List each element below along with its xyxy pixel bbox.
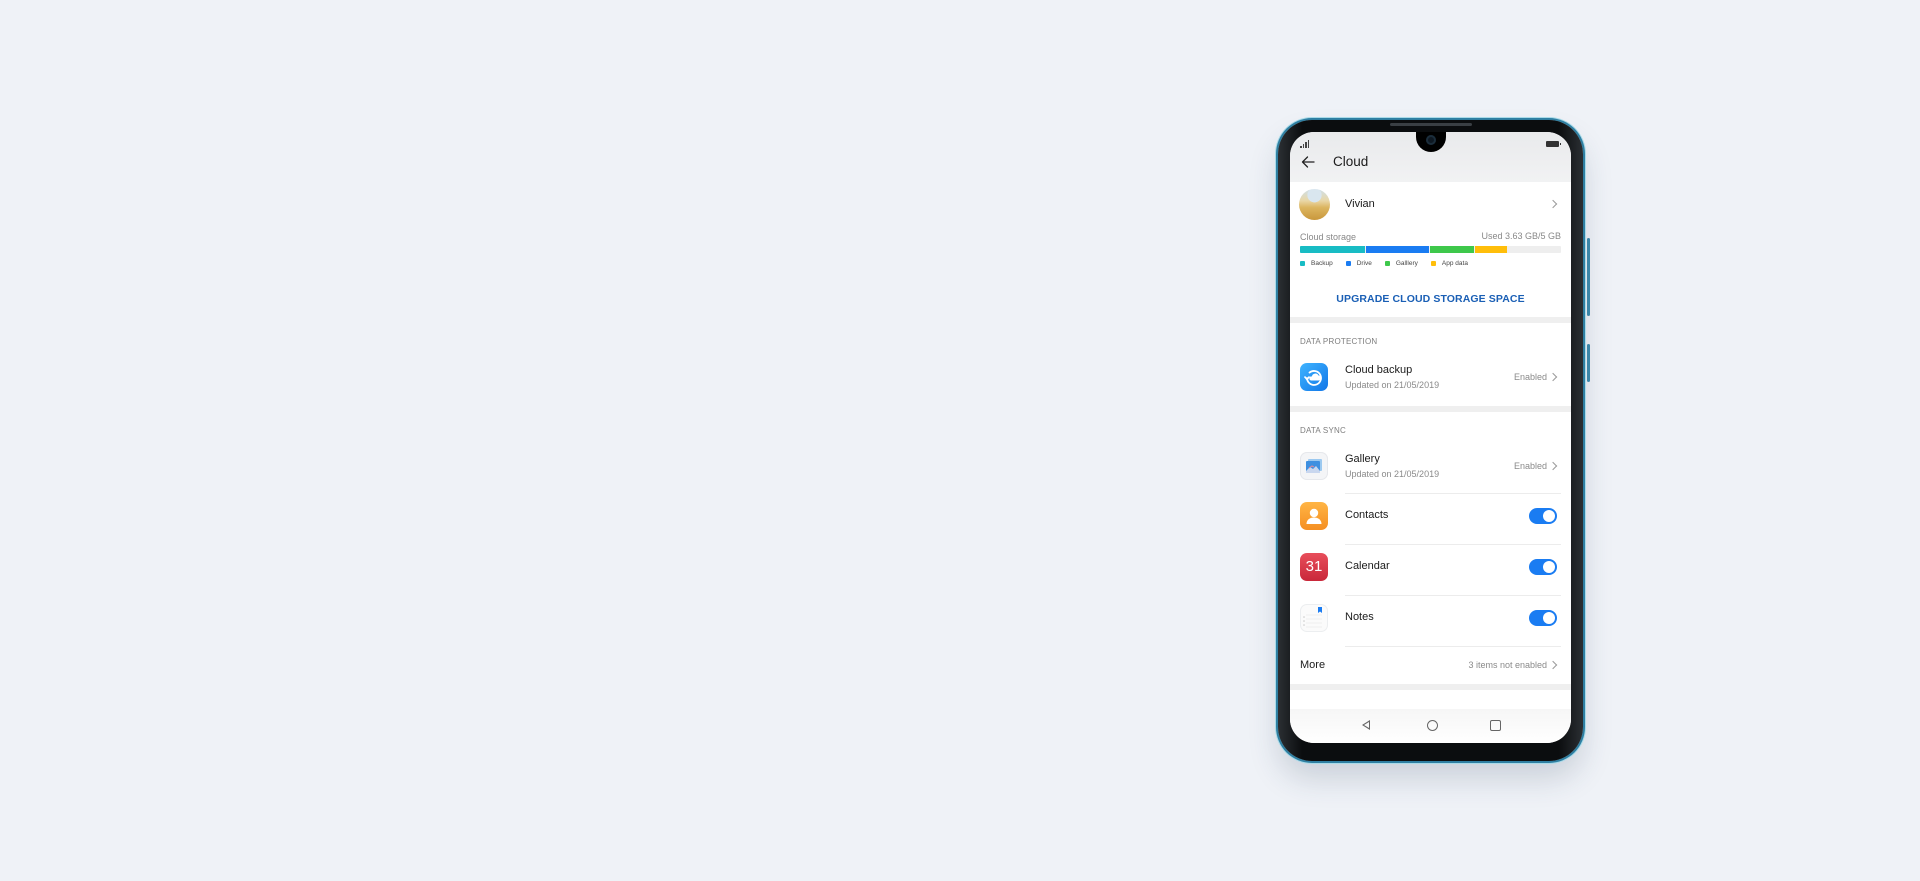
storage-segment-app-data [1475, 246, 1507, 253]
gallery-updated: Updated on 21/05/2019 [1345, 469, 1440, 479]
phone-device: Cloud Vivian Cloud storage Used 3.63 GB/… [1278, 120, 1590, 761]
legend-item: Drive [1345, 260, 1372, 267]
volume-button [1587, 238, 1590, 316]
legend-label: Drive [1356, 260, 1372, 267]
battery-icon [1546, 141, 1561, 147]
nav-home-icon[interactable] [1427, 720, 1438, 731]
legend-dot-icon [1300, 261, 1305, 266]
more-label: More [1300, 659, 1326, 671]
legend-dot-icon [1430, 261, 1436, 266]
nav-back-icon[interactable] [1362, 720, 1370, 730]
front-camera-icon [1425, 135, 1436, 145]
cloud-backup-row[interactable]: Cloud backup Updated on 21/05/2019 Enabl… [1290, 355, 1571, 399]
avatar [1299, 189, 1330, 220]
legend-item: Backup [1300, 260, 1333, 267]
calendar-name: Calendar [1345, 560, 1390, 572]
section-divider [1290, 684, 1571, 690]
storage-label: Cloud storage [1300, 232, 1357, 242]
section-divider [1290, 406, 1571, 412]
nav-recent-icon[interactable] [1490, 720, 1501, 731]
contacts-row: Contacts [1290, 494, 1571, 538]
phone-screen: Cloud Vivian Cloud storage Used 3.63 GB/… [1290, 132, 1571, 743]
contacts-name: Contacts [1345, 509, 1389, 521]
storage-bar [1300, 246, 1561, 253]
storage-segment-galllery [1429, 246, 1475, 253]
cloud-backup-name: Cloud backup [1345, 364, 1413, 376]
contacts-toggle[interactable] [1529, 508, 1557, 524]
storage-segment-backup [1300, 246, 1366, 253]
upgrade-storage-button[interactable]: UPGRADE CLOUD STORAGE SPACE [1290, 293, 1571, 305]
gallery-icon [1300, 452, 1328, 480]
section-divider [1290, 317, 1571, 323]
legend-label: Galllery [1395, 260, 1418, 267]
legend-dot-icon [1384, 261, 1390, 266]
cloud-backup-status: Enabled [1513, 372, 1547, 382]
notes-name: Notes [1345, 611, 1374, 623]
power-button [1587, 344, 1590, 382]
calendar-icon: 31 [1300, 553, 1328, 581]
legend-item: App data [1430, 260, 1468, 267]
calendar-icon-date: 31 [1305, 558, 1323, 575]
storage-used: Used 3.63 GB/5 GB [1481, 231, 1561, 241]
legend-label: Backup [1311, 260, 1333, 267]
calendar-row: 31 Calendar [1290, 545, 1571, 589]
profile-row[interactable]: Vivian [1290, 182, 1571, 226]
navigation-bar [1290, 709, 1571, 743]
contacts-icon [1300, 502, 1328, 530]
storage-segment-drive [1366, 246, 1429, 253]
chevron-right-icon [1548, 461, 1558, 471]
earpiece [1390, 123, 1472, 126]
calendar-toggle[interactable] [1529, 559, 1557, 575]
chevron-right-icon [1548, 372, 1558, 382]
gallery-status: Enabled [1513, 461, 1547, 471]
more-row[interactable]: More 3 items not enabled [1290, 647, 1571, 683]
arrow-left-icon[interactable] [1300, 154, 1316, 170]
profile-name: Vivian [1345, 198, 1375, 210]
legend-item: Galllery [1384, 260, 1418, 267]
cloud-backup-icon [1300, 363, 1328, 391]
chevron-right-icon [1548, 660, 1558, 670]
legend-dot-icon [1345, 261, 1351, 266]
storage-legend: Backup Drive Galllery App data [1300, 260, 1481, 267]
notes-icon [1300, 604, 1328, 632]
section-title-data-sync: DATA SYNC [1300, 426, 1346, 435]
gallery-name: Gallery [1345, 453, 1380, 465]
section-title-data-protection: DATA PROTECTION [1300, 337, 1378, 346]
chevron-right-icon [1548, 199, 1558, 209]
cloud-backup-updated: Updated on 21/05/2019 [1345, 380, 1440, 390]
legend-label: App data [1441, 260, 1468, 267]
notes-row: Notes [1290, 596, 1571, 640]
cloud-content: Vivian Cloud storage Used 3.63 GB/5 GB B… [1290, 182, 1571, 743]
more-status: 3 items not enabled [1468, 660, 1547, 670]
signal-icon [1300, 140, 1309, 148]
notes-toggle[interactable] [1529, 610, 1557, 626]
page-title: Cloud [1333, 154, 1369, 169]
gallery-row[interactable]: Gallery Updated on 21/05/2019 Enabled [1290, 444, 1571, 488]
